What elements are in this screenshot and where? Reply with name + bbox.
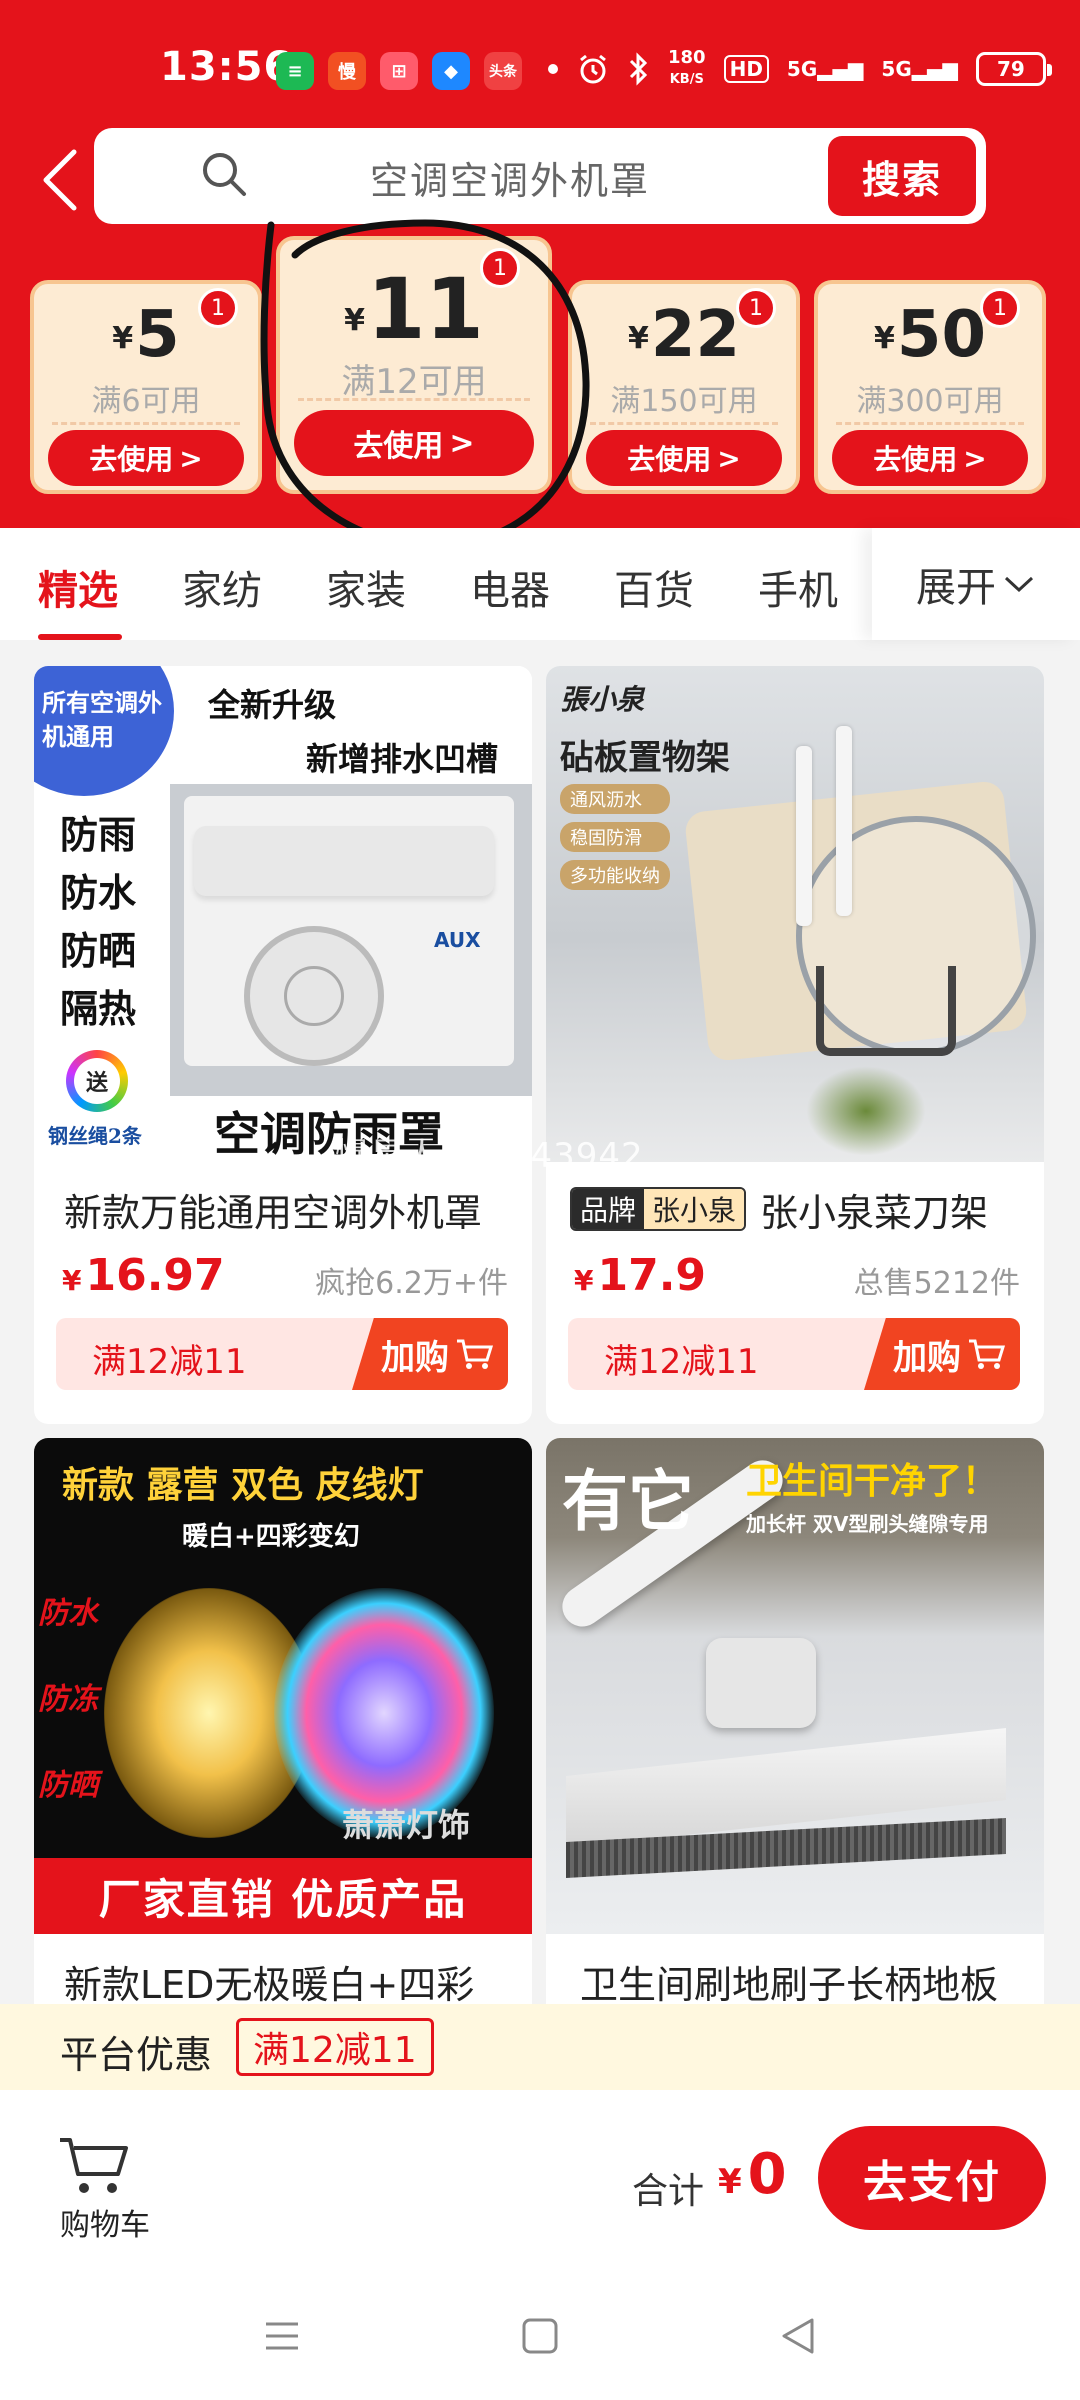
pay-button[interactable]: 去支付 — [818, 2126, 1046, 2230]
hd-icon: HD — [723, 55, 769, 83]
platform-discount-tag: 满12减11 — [236, 2018, 434, 2076]
product-image[interactable]: 張小泉 砧板置物架 通风沥水 稳固防滑 多功能收纳 — [546, 666, 1044, 1162]
coupon-use-button[interactable]: 去使用 > — [294, 410, 534, 476]
total-amount: ¥0 — [718, 2142, 787, 2207]
coupon-condition: 满150可用 — [610, 384, 758, 419]
product-card[interactable]: 有它 卫生间干净了！ 加长杆 双V型刷头缝隙专用 卫生间刷地刷子长柄地板 — [546, 1438, 1044, 2004]
toutiao-icon: 头条 — [484, 52, 522, 90]
coupon-badge: 1 — [198, 288, 238, 328]
add-to-cart-button[interactable]: 加购 — [352, 1318, 508, 1390]
gift-badge: 送 — [66, 1050, 128, 1112]
status-app-icons: ≡ 慢 ⊞ ◆ 头条 — [276, 52, 522, 90]
product-title[interactable]: 新款LED无极暖白+四彩 — [64, 1954, 474, 2004]
coupon-condition: 满12可用 — [341, 362, 487, 402]
checkout-bar: 购物车 合计 ¥0 去支付 — [0, 2090, 1080, 2270]
coupon-use-button[interactable]: 去使用 > — [586, 430, 782, 486]
cart-icon — [969, 1339, 1005, 1369]
shopping-cart-icon[interactable] — [56, 2134, 132, 2198]
category-tabs: 精选 家纺 家装 电器 百货 手机 展开 — [0, 528, 1080, 640]
brand-badge: 品牌 张小泉 — [570, 1187, 747, 1231]
platform-discount-bar: 平台优惠 满12减11 — [0, 2004, 1080, 2090]
search-icon — [203, 153, 246, 196]
back-icon[interactable] — [768, 2306, 828, 2366]
platform-discount-label: 平台优惠 — [60, 2033, 213, 2077]
promo-label: 满12减11 — [604, 1342, 759, 1382]
add-to-cart-button[interactable]: 加购 — [864, 1318, 1020, 1390]
spotify-icon: ≡ — [276, 52, 314, 90]
coupon-condition: 满300可用 — [856, 384, 1004, 419]
back-arrow-icon[interactable] — [36, 148, 86, 212]
product-title[interactable]: 品牌 张小泉 张小泉菜刀架 — [570, 1182, 988, 1237]
product-sold-count: 疯抢6.2万+件 — [315, 1266, 508, 1301]
product-price: ¥16.97 — [62, 1250, 225, 1301]
tab-general[interactable]: 百货 — [614, 558, 694, 616]
product-card[interactable]: AUX 所有空调外机通用 全新升级 新增排水凹槽 防雨 防水 防晒 隔热 送 钢… — [34, 666, 532, 1424]
total-label: 合计 — [632, 2171, 705, 2212]
tab-home-decor[interactable]: 家装 — [326, 558, 406, 616]
product-image[interactable]: 有它 卫生间干净了！ 加长杆 双V型刷头缝隙专用 — [546, 1438, 1044, 1934]
status-bar: 13:56 ≡ 慢 ⊞ ◆ 头条 180 KB/S HD 5G▂▄▆ 5G▂▄▆… — [0, 0, 1080, 130]
coupon-condition: 满6可用 — [91, 384, 201, 419]
tab-appliances[interactable]: 电器 — [470, 558, 550, 616]
tab-featured[interactable]: 精选 — [38, 558, 118, 616]
search-input[interactable]: 空调空调外机罩 — [370, 150, 650, 205]
promo-strip: 满12减11 加购 — [56, 1318, 508, 1390]
active-tab-indicator — [38, 634, 122, 640]
cart-icon — [457, 1339, 493, 1369]
tab-home-textile[interactable]: 家纺 — [182, 558, 262, 616]
status-indicators: 180 KB/S HD 5G▂▄▆ 5G▂▄▆ 79 — [548, 47, 1052, 90]
chevron-down-icon — [1004, 576, 1034, 593]
tab-phones[interactable]: 手机 — [758, 558, 838, 616]
menu-icon[interactable] — [252, 2306, 312, 2366]
product-price: ¥17.9 — [574, 1250, 707, 1301]
promo-label: 满12减11 — [92, 1342, 247, 1382]
cart-label[interactable]: 购物车 — [60, 2200, 150, 2244]
brand-logo: 張小泉 — [560, 683, 645, 716]
promo-strip: 满12减11 加购 — [568, 1318, 1020, 1390]
man-app-icon: 慢 — [328, 52, 366, 90]
system-nav-bar — [0, 2270, 1080, 2400]
coupon-badge: 1 — [980, 288, 1020, 328]
alarm-icon — [580, 54, 606, 84]
notification-dot-icon — [548, 64, 558, 74]
coupon-badge: 1 — [480, 248, 520, 288]
expand-tabs-button[interactable]: 展开 — [872, 528, 1080, 640]
product-card[interactable]: 張小泉 砧板置物架 通风沥水 稳固防滑 多功能收纳 品牌 张小泉 张小泉菜刀架 ¥1… — [546, 666, 1044, 1424]
product-sold-count: 总售5212件 — [853, 1266, 1020, 1301]
signal-5g-icon: 5G▂▄▆ — [786, 57, 864, 81]
product-card[interactable]: 新款 露营 双色 皮线灯 暖白+四彩变幻 防水 防冻 防晒 萧萧灯饰 厂家直销 … — [34, 1438, 532, 2004]
watermark: 慢星人240343942 — [335, 1136, 644, 1176]
product-image[interactable]: AUX 所有空调外机通用 全新升级 新增排水凹槽 防雨 防水 防晒 隔热 送 钢… — [34, 666, 532, 1162]
product-title[interactable]: 卫生间刷地刷子长柄地板 — [580, 1954, 998, 2004]
home-icon[interactable] — [510, 2306, 570, 2366]
coupon-badge: 1 — [736, 288, 776, 328]
battery-icon: 79 — [975, 52, 1052, 86]
product-image[interactable]: 新款 露营 双色 皮线灯 暖白+四彩变幻 防水 防冻 防晒 萧萧灯饰 厂家直销 … — [34, 1438, 532, 1934]
status-time: 13:56 — [160, 44, 293, 90]
product-title[interactable]: 新款万能通用空调外机罩 — [64, 1182, 482, 1237]
net-speed: 180 KB/S — [668, 47, 706, 88]
coupon-use-button[interactable]: 去使用 > — [832, 430, 1028, 486]
blue-app-icon: ◆ — [432, 52, 470, 90]
search-button[interactable]: 搜索 — [828, 136, 976, 216]
signal-5g-icon-2: 5G▂▄▆ — [881, 57, 958, 81]
app-grid-icon: ⊞ — [380, 52, 418, 90]
bluetooth-icon — [629, 52, 648, 86]
coupon-use-button[interactable]: 去使用 > — [48, 430, 244, 486]
